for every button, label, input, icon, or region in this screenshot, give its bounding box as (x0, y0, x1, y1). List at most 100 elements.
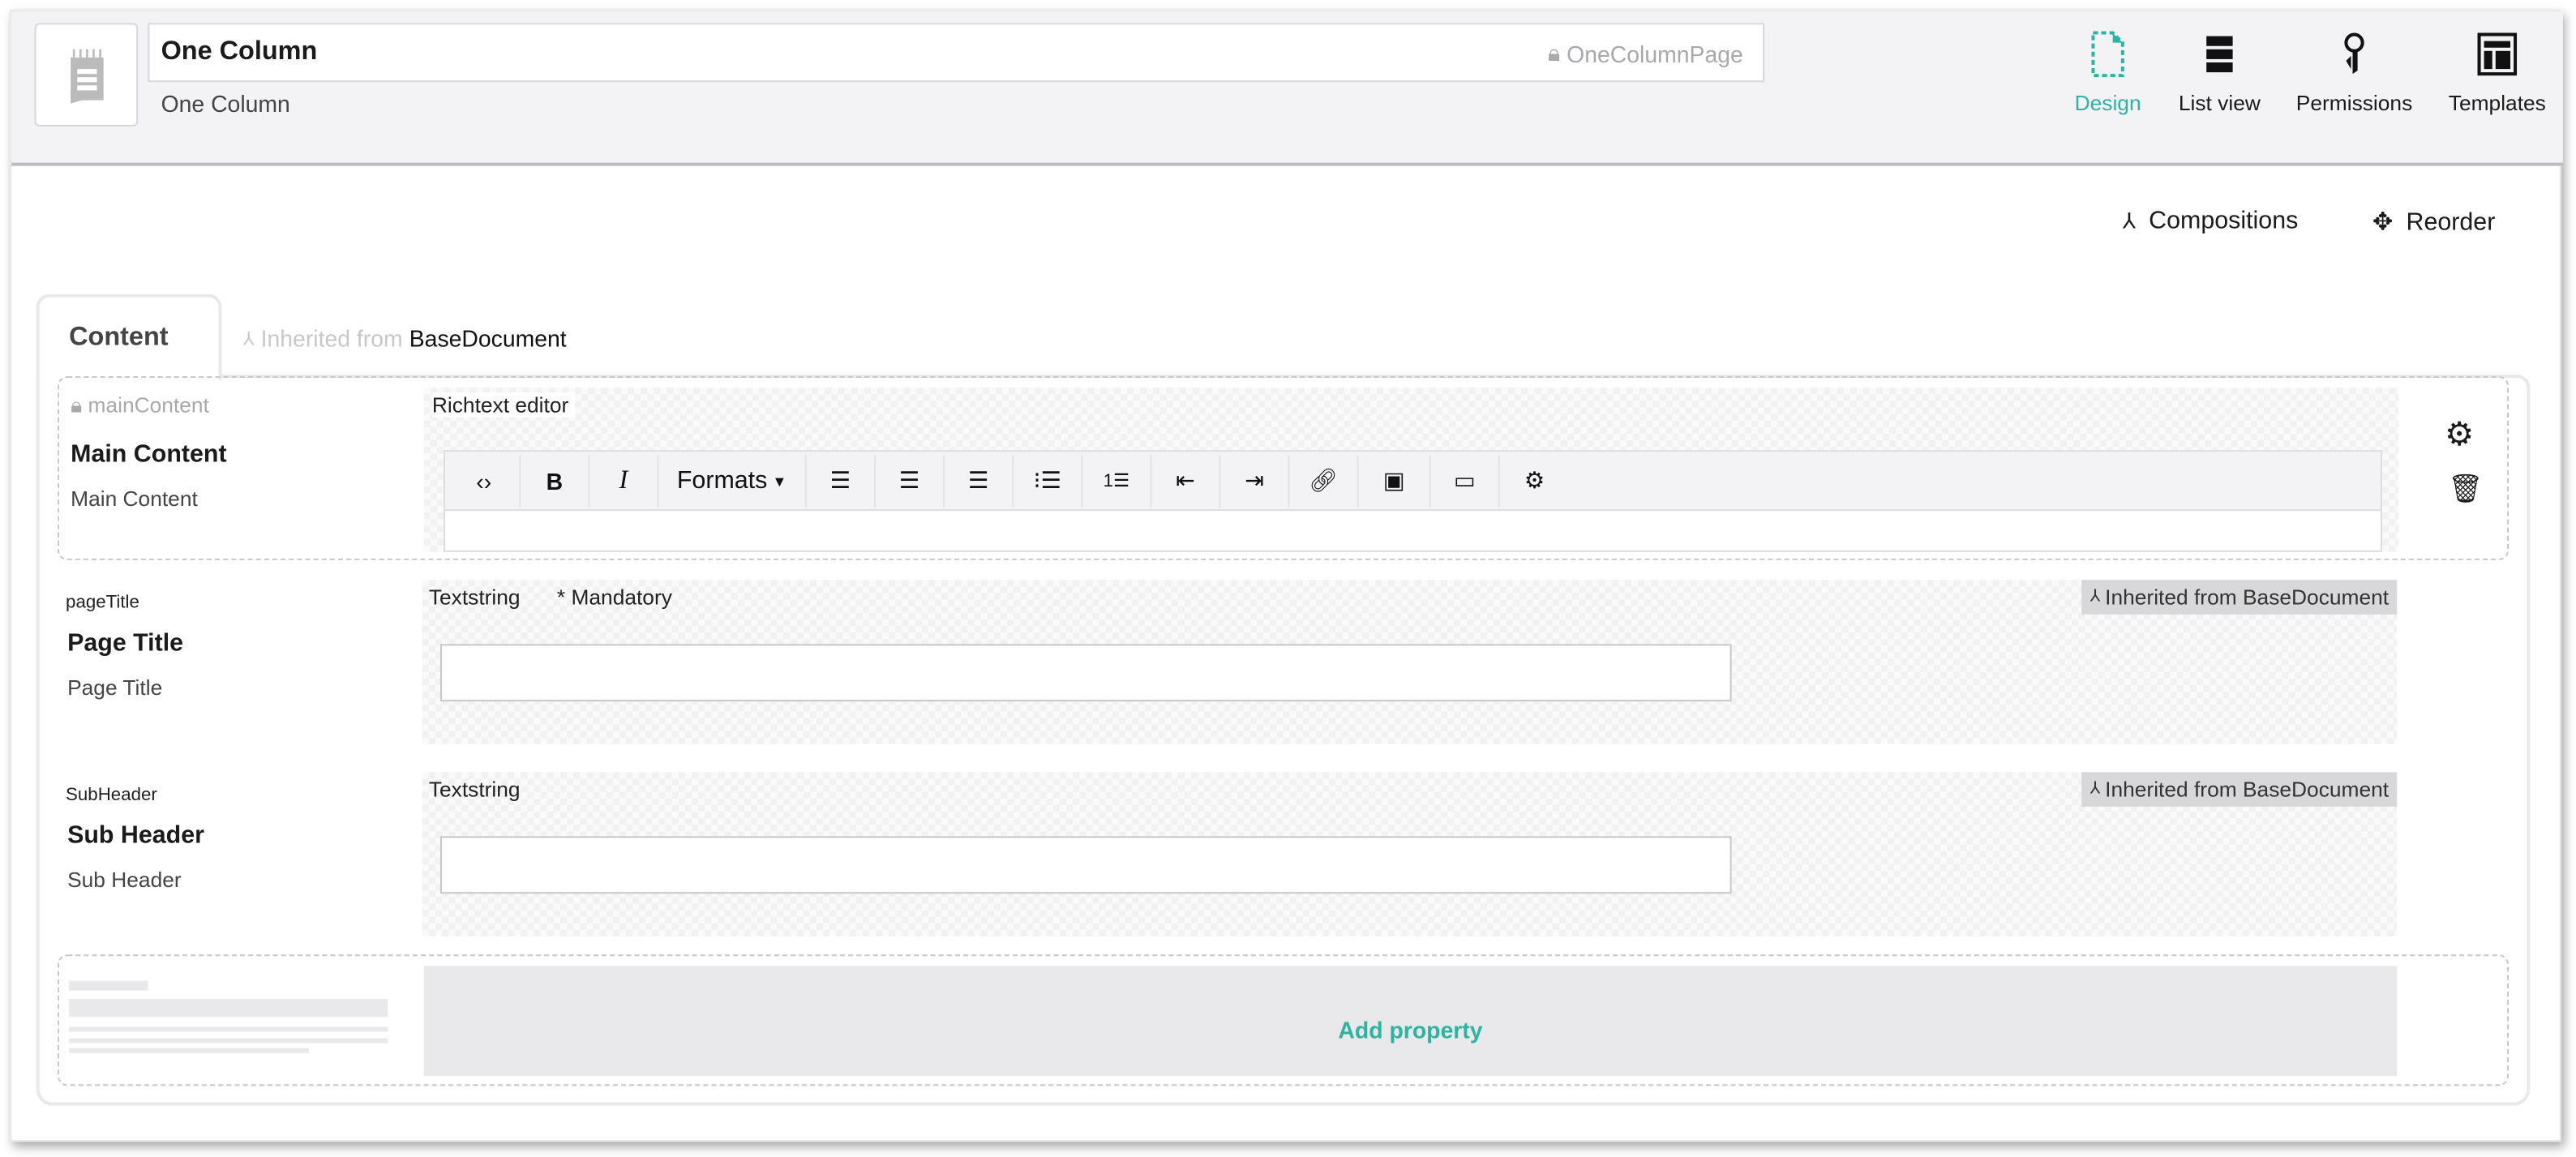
document-list-icon[interactable] (34, 23, 139, 127)
nav-permissions[interactable]: Permissions (2288, 31, 2420, 115)
editor-header: One Column 🔒︎ OneColumnPage One Column De… (11, 11, 2563, 166)
bold-icon: B (546, 467, 564, 494)
richtext-editor: ‹› B I Formats ▼ ☰ ☰ ☰ ⁝☰ 1☰ ⇤ ⇥ 🔗︎ ▣ ▭ ⚙ (444, 450, 2382, 552)
nav-label: Permissions (2295, 90, 2413, 115)
tab-inherited-info: ⅄ Inherited from BaseDocument (243, 325, 567, 351)
indent-button[interactable]: ⇥ (1220, 454, 1290, 508)
code-icon: ‹› (476, 467, 492, 494)
property-alias[interactable]: 🔒︎ mainContent (71, 392, 209, 418)
add-property-button[interactable]: Add property (423, 966, 2398, 1077)
property-alias: pageTitle (66, 593, 139, 613)
alias-field[interactable]: 🔒︎ OneColumnPage (1548, 40, 1743, 67)
tab-content[interactable]: Content (36, 294, 222, 380)
cogs-icon: ⚙ (1524, 466, 1545, 493)
inherited-badge: ⅄ Inherited from BaseDocument (2081, 772, 2398, 807)
inherited-prefix: Inherited from (260, 325, 403, 352)
nav-label: Design (2074, 90, 2141, 115)
placeholder-bar (69, 1048, 309, 1053)
settings-gear-icon[interactable]: ⚙ (2445, 414, 2474, 456)
align-left-icon: ☰ (829, 466, 851, 493)
nav-label: Templates (2448, 90, 2546, 115)
property-name: Page Title (67, 629, 184, 658)
compositions-icon: ⅄ (2122, 208, 2136, 233)
badge-text: Inherited from BaseDocument (2105, 585, 2390, 610)
composition-icon: ⅄ (242, 329, 255, 349)
italic-button[interactable]: I (589, 454, 659, 508)
placeholder-bar (69, 1026, 388, 1032)
editor-label: Textstring (428, 777, 521, 802)
text-input[interactable] (440, 836, 1732, 894)
move-icon: ✥ (2372, 208, 2394, 237)
bold-button[interactable]: B (521, 454, 590, 508)
bullet-list-button[interactable]: ⁝☰ (1014, 454, 1083, 508)
placeholder-bar (69, 998, 388, 1018)
composition-icon: ⅄ (2090, 780, 2101, 799)
property-name: Sub Header (67, 821, 204, 850)
align-right-icon: ☰ (967, 466, 989, 493)
property-description: Sub Header (67, 867, 182, 893)
inherited-from-link[interactable]: BaseDocument (409, 325, 567, 351)
nav-templates[interactable]: Templates (2432, 31, 2563, 115)
monitor-icon: ▭ (1453, 466, 1476, 493)
embed-button[interactable]: ▭ (1431, 454, 1500, 508)
lock-icon[interactable]: 🔒︎ (71, 392, 82, 417)
compositions-label: Compositions (2149, 207, 2299, 235)
mandatory-label: * Mandatory (556, 585, 672, 610)
description-field[interactable]: One Column (161, 90, 290, 116)
formats-dropdown[interactable]: Formats ▼ (659, 454, 807, 508)
property-editor-preview: Textstring ⅄ Inherited from BaseDocument (422, 772, 2398, 936)
document-type-editor: One Column 🔒︎ OneColumnPage One Column De… (10, 10, 2563, 1142)
property-description: Page Title (67, 675, 163, 701)
outdent-button[interactable]: ⇤ (1151, 454, 1221, 508)
image-button[interactable]: ▣ (1359, 454, 1431, 508)
placeholder-bar (69, 980, 148, 991)
list-view-icon (2206, 36, 2233, 73)
link-button[interactable]: 🔗︎ (1290, 454, 1359, 508)
align-left-button[interactable]: ☰ (807, 454, 876, 508)
alias-text: mainContent (88, 392, 209, 418)
reorder-label: Reorder (2406, 208, 2496, 236)
property-editor-preview: Richtext editor ‹› B I Formats ▼ ☰ ☰ ☰ ⁝☰… (423, 388, 2399, 552)
add-property-area[interactable]: Add property (57, 954, 2510, 1086)
property-alias: SubHeader (66, 785, 157, 805)
indent-icon: ⇥ (1245, 466, 1264, 493)
nav-list-view[interactable]: List view (2154, 31, 2285, 115)
badge-text: Inherited from BaseDocument (2105, 777, 2390, 802)
numbered-list-icon: 1☰ (1103, 471, 1129, 491)
link-icon: 🔗︎ (1309, 466, 1339, 493)
property-sub-header[interactable]: SubHeader Sub Header Sub Header Textstri… (58, 772, 2509, 936)
keys-icon (2344, 32, 2364, 75)
caret-down-icon: ▼ (772, 472, 787, 489)
bullet-list-icon: ⁝☰ (1033, 466, 1061, 493)
property-name: Main Content (71, 440, 227, 469)
templates-icon (2477, 32, 2518, 76)
name-value: One Column (161, 37, 318, 66)
align-center-icon: ☰ (898, 466, 920, 493)
placeholder-bar (69, 1038, 388, 1043)
property-editor-preview: Textstring * Mandatory ⅄ Inherited from B… (422, 580, 2398, 744)
align-right-button[interactable]: ☰ (945, 454, 1014, 508)
editor-label: Textstring (428, 585, 521, 610)
design-icon (2091, 31, 2124, 78)
nav-label: List view (2178, 90, 2261, 115)
formats-label: Formats (676, 466, 768, 495)
image-icon: ▣ (1382, 466, 1405, 493)
numbered-list-button[interactable]: 1☰ (1082, 454, 1152, 508)
richtext-toolbar: ‹› B I Formats ▼ ☰ ☰ ☰ ⁝☰ 1☰ ⇤ ⇥ 🔗︎ ▣ ▭ ⚙ (445, 452, 2381, 512)
alias-value: OneColumnPage (1567, 40, 1743, 67)
name-input[interactable]: One Column 🔒︎ OneColumnPage (148, 23, 1765, 83)
italic-icon: I (619, 465, 628, 494)
property-main-content[interactable]: 🔒︎ mainContent Main Content Main Content… (57, 375, 2510, 560)
compositions-button[interactable]: ⅄ Compositions (2123, 207, 2298, 234)
code-button[interactable]: ‹› (448, 454, 521, 508)
property-page-title[interactable]: pageTitle Page Title Page Title Textstri… (58, 580, 2509, 744)
lock-icon[interactable]: 🔒︎ (1548, 40, 1560, 67)
macro-button[interactable]: ⚙ (1500, 454, 1569, 507)
inherited-badge: ⅄ Inherited from BaseDocument (2081, 580, 2398, 615)
reorder-button[interactable]: ✥ Reorder (2372, 207, 2496, 236)
delete-trash-icon[interactable]: 🗑︎ (2448, 474, 2484, 507)
text-input[interactable] (440, 644, 1732, 702)
align-center-button[interactable]: ☰ (876, 454, 945, 508)
editor-label: Richtext editor (431, 392, 576, 418)
outdent-icon: ⇤ (1175, 466, 1195, 493)
